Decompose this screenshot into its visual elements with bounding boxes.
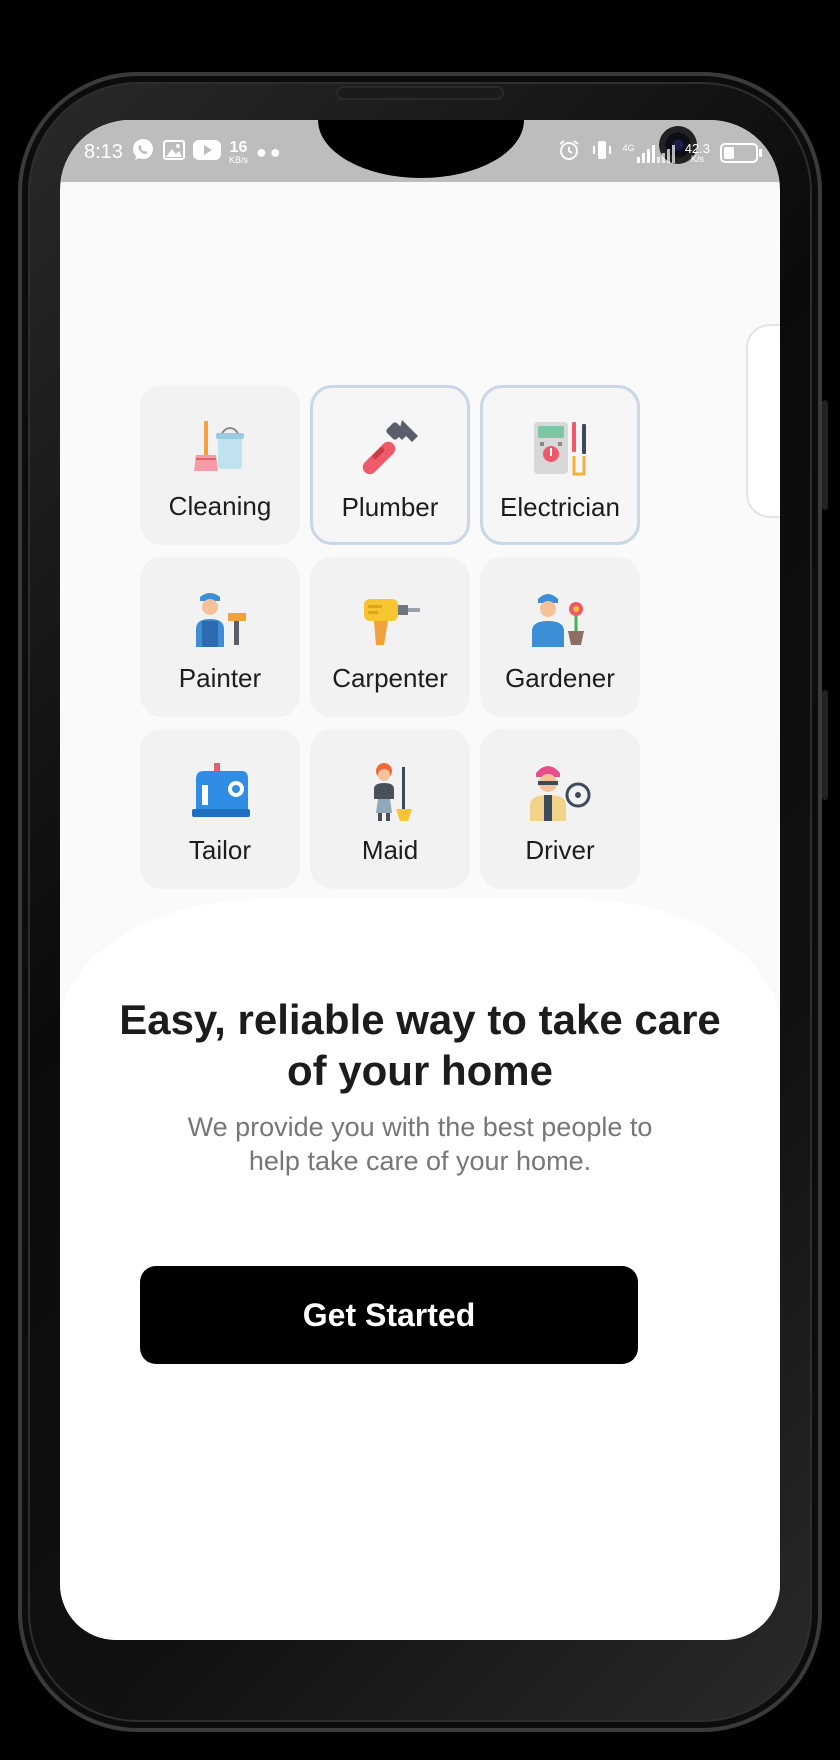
driver-icon: [530, 766, 591, 821]
sewing-machine-icon: [192, 763, 250, 817]
earpiece-speaker: [338, 88, 502, 98]
service-tile-driver[interactable]: Driver: [480, 729, 640, 889]
vibrate-icon: [591, 139, 613, 166]
volume-button: [822, 690, 828, 800]
wrench-icon: [362, 420, 418, 475]
service-label: Maid: [361, 835, 419, 865]
services-grid: Cleaning Plumber Electrician Painter Car…: [140, 385, 640, 889]
intro-headline: Easy, reliable way to take care of your …: [119, 996, 721, 1094]
service-tile-painter[interactable]: Painter: [140, 557, 300, 717]
gallery-icon: [162, 140, 185, 165]
service-tile-electrician[interactable]: Electrician: [480, 385, 640, 545]
service-tile-tailor[interactable]: Tailor: [140, 729, 300, 889]
multimeter-icon: [534, 422, 586, 476]
display-notch: [318, 120, 697, 178]
cleaning-icon: [194, 421, 244, 471]
service-tile-carpenter[interactable]: Carpenter: [310, 557, 470, 717]
service-label: Cleaning: [168, 491, 272, 521]
status-bar: 8:13 16 KB/s ●● 4G 42.3 K/s: [60, 120, 780, 182]
app-screen: 8:13 16 KB/s ●● 4G 42.3 K/s Cleaning Plu…: [60, 120, 780, 1640]
service-label: Driver: [525, 835, 595, 865]
battery-icon: [720, 142, 762, 163]
alarm-icon: [557, 138, 581, 167]
service-tile-cleaning[interactable]: Cleaning: [140, 385, 300, 545]
service-label: Gardener: [505, 663, 615, 693]
get-started-button[interactable]: Get Started: [140, 1266, 638, 1364]
signal-icon: 4G: [623, 143, 675, 163]
intro-subtext: We provide you with the best people to h…: [187, 1112, 653, 1176]
status-time: 8:13: [84, 141, 123, 163]
gardener-icon: [532, 594, 584, 647]
net-speed-left: 16 KB/s: [228, 139, 248, 165]
youtube-icon: [192, 140, 221, 165]
power-button: [822, 400, 828, 510]
service-label: Painter: [178, 663, 262, 693]
service-label: Plumber: [341, 492, 439, 522]
drill-icon: [364, 599, 420, 645]
service-label: Carpenter: [332, 663, 448, 693]
service-label: Tailor: [188, 835, 252, 865]
next-page-card-peek: [746, 324, 780, 518]
whatsapp-icon: [131, 138, 155, 167]
painter-icon: [196, 593, 246, 647]
service-tile-plumber[interactable]: Plumber: [310, 385, 470, 545]
more-notifications-icon: ●●: [255, 142, 284, 162]
net-speed-right: 42.3 K/s: [684, 140, 710, 164]
service-tile-gardener[interactable]: Gardener: [480, 557, 640, 717]
service-tile-maid[interactable]: Maid: [310, 729, 470, 889]
service-label: Electrician: [500, 492, 620, 522]
network-type-label: 4G: [622, 142, 635, 153]
maid-icon: [374, 763, 412, 821]
